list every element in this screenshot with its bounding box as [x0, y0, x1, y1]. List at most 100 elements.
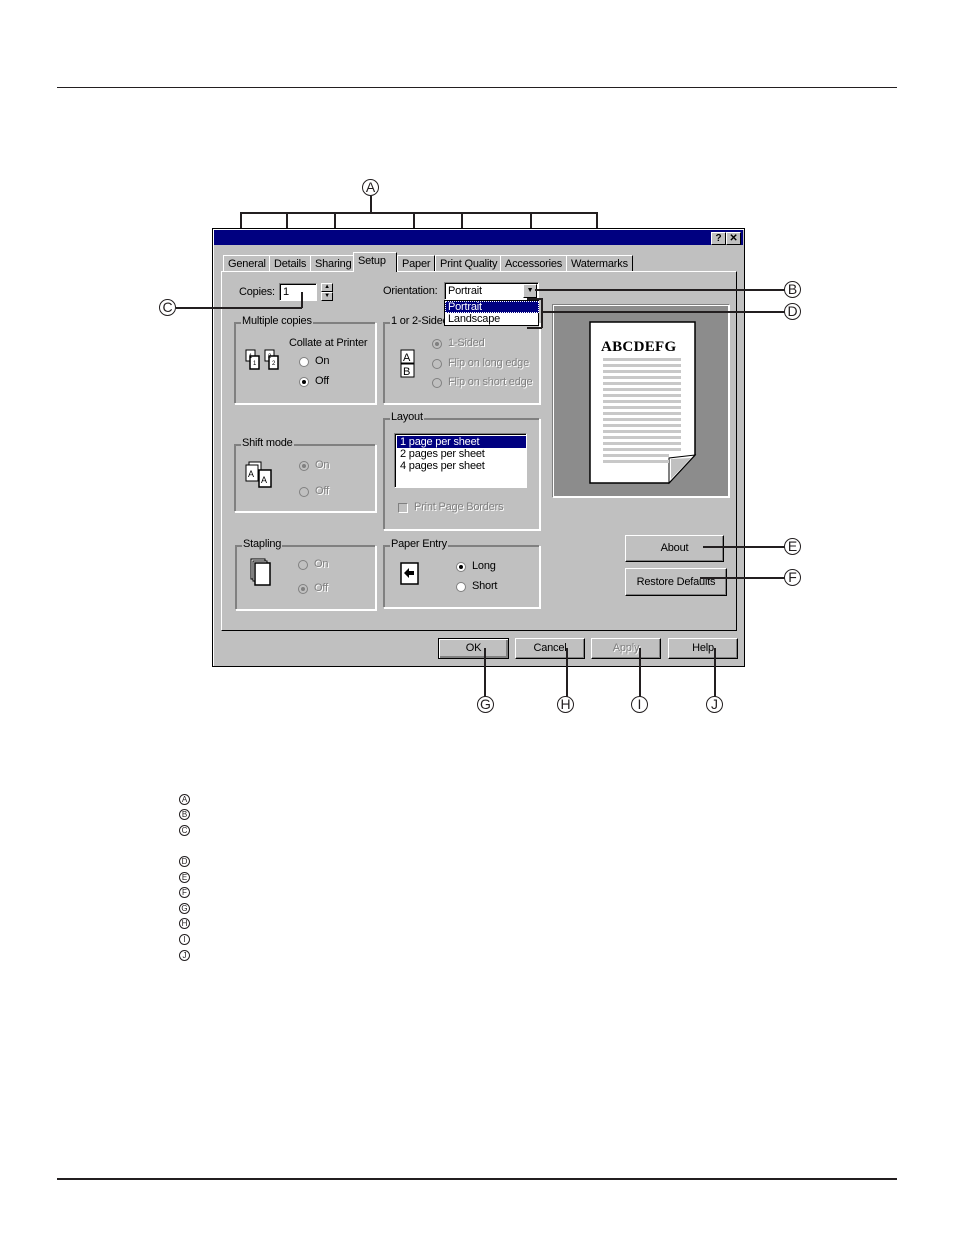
layout-item-1[interactable]: 1 page per sheet — [397, 436, 526, 448]
stapling-icon — [250, 558, 272, 591]
one-sided-radio[interactable] — [432, 339, 442, 349]
stapling-on-label: On — [314, 558, 329, 570]
callout-j-line — [714, 648, 716, 697]
paper-entry-long-radio[interactable] — [456, 562, 466, 572]
tab-sharing[interactable]: Sharing — [310, 255, 357, 271]
tab-setup[interactable]: Setup — [353, 252, 397, 272]
callout-d-line — [542, 311, 785, 313]
tab-details[interactable]: Details — [269, 255, 312, 271]
callout-h-line — [566, 648, 568, 697]
collate-icon: 11 22 — [245, 349, 285, 376]
spin-down-icon[interactable]: ▼ — [321, 292, 333, 301]
flip-short-edge-label: Flip on short edge — [448, 376, 533, 388]
preview-page: ABCDEFG — [589, 321, 697, 485]
collate-off-radio[interactable] — [299, 377, 309, 387]
flip-long-edge-radio[interactable] — [432, 359, 442, 369]
close-button[interactable]: ✕ — [726, 232, 741, 245]
callout-e: E — [784, 538, 801, 555]
shift-mode-title: Shift mode — [241, 437, 294, 450]
paper-entry-short-radio[interactable] — [456, 582, 466, 592]
legend-c: C — [179, 825, 190, 836]
stapling-title: Stapling — [242, 538, 283, 551]
layout-item-2[interactable]: 2 pages per sheet — [397, 448, 485, 460]
shift-on-radio[interactable] — [299, 461, 309, 471]
setup-panel: Copies: 1 ▲ ▼ Orientation: Portrait ▼ Po… — [221, 271, 737, 631]
about-button[interactable]: About — [625, 535, 724, 562]
tab-watermarks[interactable]: Watermarks — [566, 255, 633, 271]
collate-on-label: On — [315, 355, 330, 367]
callout-b-line — [535, 289, 785, 291]
callout-c: C — [159, 299, 176, 316]
callout-i-line — [639, 648, 641, 697]
layout-listbox[interactable]: 1 page per sheet 2 pages per sheet 4 pag… — [394, 433, 527, 488]
tab-accessories[interactable]: Accessories — [500, 255, 568, 271]
spin-up-icon[interactable]: ▲ — [321, 283, 333, 292]
collate-on-radio[interactable] — [299, 357, 309, 367]
cancel-button[interactable]: Cancel — [515, 638, 585, 659]
copies-value: 1 — [283, 286, 289, 298]
paper-entry-title: Paper Entry — [390, 538, 448, 551]
callout-f: F — [784, 569, 801, 586]
header-rule — [57, 87, 897, 88]
multiple-copies-group: Multiple copies 11 22 Collate at Printer… — [234, 315, 376, 404]
title-bar: ? ✕ — [214, 230, 743, 245]
callout-e-line — [703, 546, 785, 548]
print-borders-checkbox[interactable] — [398, 503, 408, 513]
ok-button[interactable]: OK — [438, 638, 509, 659]
stapling-on-radio[interactable] — [298, 560, 308, 570]
legend-g: G — [179, 903, 190, 914]
collate-at-printer-label: Collate at Printer — [289, 337, 368, 349]
orientation-option-portrait[interactable]: Portrait — [445, 301, 539, 313]
restore-defaults-button[interactable]: Restore Defaults — [625, 568, 727, 596]
paper-entry-short-label: Short — [472, 580, 498, 592]
orientation-label: Orientation: — [383, 285, 438, 297]
orientation-dropdown-list: Portrait Landscape — [444, 300, 539, 326]
dropdown-arrow-icon[interactable]: ▼ — [523, 284, 537, 298]
sided-group: 1 or 2-Sided AB 1-Sided Flip on long edg… — [383, 315, 540, 404]
shift-off-radio[interactable] — [299, 487, 309, 497]
multiple-copies-title: Multiple copies — [241, 315, 313, 328]
footer-rule — [57, 1178, 897, 1180]
shift-off-label: Off — [315, 485, 329, 497]
preview-sample-text: ABCDEFG — [601, 339, 677, 355]
paper-entry-arrow-icon — [400, 562, 420, 589]
copies-input[interactable]: 1 — [279, 283, 317, 301]
callout-d: D — [784, 303, 801, 320]
stapling-off-radio[interactable] — [298, 584, 308, 594]
tab-general[interactable]: General — [223, 255, 271, 271]
callout-f-line — [700, 577, 785, 579]
help-button[interactable]: Help — [668, 638, 738, 659]
orientation-option-landscape[interactable]: Landscape — [445, 313, 500, 325]
callout-a: A — [362, 179, 379, 196]
legend-j: J — [179, 950, 190, 961]
print-borders-label: Print Page Borders — [414, 501, 504, 513]
callout-a-line — [370, 196, 372, 213]
layout-group: Layout 1 page per sheet 2 pages per shee… — [383, 411, 540, 530]
orientation-select[interactable]: Portrait ▼ — [444, 282, 539, 300]
legend-d: D — [179, 856, 190, 867]
callout-g: G — [477, 696, 494, 713]
callout-d-bracket — [541, 298, 543, 328]
flip-long-edge-label: Flip on long edge — [448, 357, 529, 369]
legend-a: A — [179, 794, 190, 805]
help-title-button[interactable]: ? — [711, 232, 726, 245]
shift-mode-group: Shift mode AA On Off — [234, 437, 376, 512]
legend-i: I — [179, 934, 190, 945]
orientation-value: Portrait — [448, 285, 482, 297]
paper-entry-long-label: Long — [472, 560, 496, 572]
layout-item-4[interactable]: 4 pages per sheet — [397, 460, 485, 472]
page-preview: ABCDEFG — [552, 304, 730, 498]
copies-spinner[interactable]: ▲ ▼ — [321, 283, 333, 301]
legend-f: F — [179, 887, 190, 898]
apply-button[interactable]: Apply — [591, 638, 661, 659]
tab-paper[interactable]: Paper — [397, 255, 436, 271]
stapling-group: Stapling On Off — [235, 538, 376, 610]
layout-title: Layout — [390, 411, 424, 424]
flip-short-edge-radio[interactable] — [432, 378, 442, 388]
callout-c-line-vert — [301, 292, 303, 308]
one-sided-label: 1-Sided — [448, 337, 485, 349]
svg-text:A: A — [261, 475, 267, 485]
tab-print-quality[interactable]: Print Quality — [435, 255, 503, 271]
sided-title: 1 or 2-Sided — [390, 315, 450, 328]
callout-b: B — [784, 281, 801, 298]
